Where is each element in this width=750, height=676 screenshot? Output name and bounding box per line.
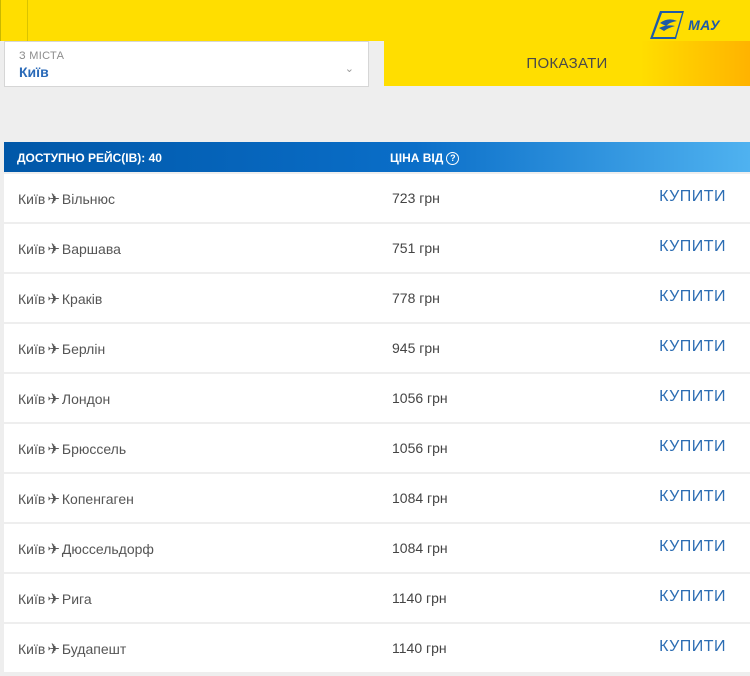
plane-icon: ✈ xyxy=(47,491,60,508)
route-to: Дюссельдорф xyxy=(61,541,154,557)
flight-row: Київ ✈ Копенгаген 1084 грн КУПИТИ xyxy=(4,474,750,522)
price: 945 грн xyxy=(392,340,440,356)
price-column-label: ЦІНА ВІД xyxy=(390,151,444,165)
flight-row: Київ ✈ Берлін 945 грн КУПИТИ xyxy=(4,324,750,372)
price: 1056 грн xyxy=(392,390,448,406)
route-to: Лондон xyxy=(61,391,111,407)
mau-logo[interactable]: МАУ xyxy=(650,10,720,40)
price: 723 грн xyxy=(392,190,440,206)
buy-button[interactable]: КУПИТИ xyxy=(659,638,726,656)
flights-count: ДОСТУПНО РЕЙС(ІВ): 40 xyxy=(17,151,162,165)
plane-icon: ✈ xyxy=(47,641,60,658)
flight-row: Київ ✈ Будапешт 1140 грн КУПИТИ xyxy=(4,624,750,672)
route-from: Київ xyxy=(18,591,46,607)
buy-button[interactable]: КУПИТИ xyxy=(659,538,726,556)
route: Київ ✈ Берлін xyxy=(18,340,105,358)
price: 778 грн xyxy=(392,290,440,306)
flight-row: Київ ✈ Брюссель 1056 грн КУПИТИ xyxy=(4,424,750,472)
route-to: Краків xyxy=(61,291,103,307)
plane-icon: ✈ xyxy=(47,391,60,408)
flight-row: Київ ✈ Краків 778 грн КУПИТИ xyxy=(4,274,750,322)
route-from: Київ xyxy=(18,541,46,557)
mau-tail-icon xyxy=(650,11,685,39)
route-from: Київ xyxy=(18,391,46,407)
flight-row: Київ ✈ Варшава 751 грн КУПИТИ xyxy=(4,224,750,272)
flight-row: Київ ✈ Дюссельдорф 1084 грн КУПИТИ xyxy=(4,524,750,572)
buy-button[interactable]: КУПИТИ xyxy=(659,238,726,256)
route-from: Київ xyxy=(18,641,46,657)
route-to: Варшава xyxy=(61,241,121,257)
route-from: Київ xyxy=(18,291,46,307)
flight-row: Київ ✈ Вільнюс 723 грн КУПИТИ xyxy=(4,174,750,222)
price: 1056 грн xyxy=(392,440,448,456)
top-bar-divider xyxy=(27,0,28,41)
route-to: Будапешт xyxy=(61,641,127,657)
chevron-down-icon: ⌄ xyxy=(344,63,354,75)
from-city-select[interactable]: З МІСТА Київ ⌄ xyxy=(4,41,369,87)
show-button[interactable]: ПОКАЗАТИ xyxy=(384,41,750,86)
plane-icon: ✈ xyxy=(47,241,60,258)
plane-icon: ✈ xyxy=(47,191,60,208)
buy-button[interactable]: КУПИТИ xyxy=(659,488,726,506)
route: Київ ✈ Краків xyxy=(18,290,102,308)
brand-name: МАУ xyxy=(688,17,720,33)
route-from: Київ xyxy=(18,191,46,207)
from-city-label: З МІСТА xyxy=(19,50,65,62)
route-from: Київ xyxy=(18,491,46,507)
plane-icon: ✈ xyxy=(47,291,60,308)
plane-icon: ✈ xyxy=(47,541,60,558)
route: Київ ✈ Рига xyxy=(18,590,92,608)
flight-row: Київ ✈ Лондон 1056 грн КУПИТИ xyxy=(4,374,750,422)
route: Київ ✈ Будапешт xyxy=(18,640,126,658)
buy-button[interactable]: КУПИТИ xyxy=(659,188,726,206)
buy-button[interactable]: КУПИТИ xyxy=(659,288,726,306)
flight-row: Київ ✈ Рига 1140 грн КУПИТИ xyxy=(4,574,750,622)
route: Київ ✈ Лондон xyxy=(18,390,110,408)
flights-list: Київ ✈ Вільнюс 723 грн КУПИТИ Київ ✈ Варшава 751… xyxy=(4,174,750,674)
flights-table-header: ДОСТУПНО РЕЙС(ІВ): 40 ЦІНА ВІД ? xyxy=(4,142,750,172)
plane-icon: ✈ xyxy=(47,441,60,458)
route-from: Київ xyxy=(18,241,46,257)
price: 1084 грн xyxy=(392,540,448,556)
route-from: Київ xyxy=(18,441,46,457)
route: Київ ✈ Варшава xyxy=(18,240,121,258)
buy-button[interactable]: КУПИТИ xyxy=(659,338,726,356)
route: Київ ✈ Брюссель xyxy=(18,440,126,458)
price: 1140 грн xyxy=(392,590,447,606)
plane-icon: ✈ xyxy=(47,591,60,608)
route: Київ ✈ Дюссельдорф xyxy=(18,540,154,558)
route-from: Київ xyxy=(18,341,46,357)
price: 751 грн xyxy=(392,240,440,256)
route-to: Копенгаген xyxy=(61,491,134,507)
price: 1084 грн xyxy=(392,490,448,506)
plane-icon: ✈ xyxy=(47,341,60,358)
route-to: Рига xyxy=(61,591,92,607)
buy-button[interactable]: КУПИТИ xyxy=(659,388,726,406)
route-to: Берлін xyxy=(61,341,106,357)
from-city-value: Київ xyxy=(19,64,49,80)
route: Київ ✈ Вільнюс xyxy=(18,190,115,208)
route: Київ ✈ Копенгаген xyxy=(18,490,134,508)
price-column-header: ЦІНА ВІД ? xyxy=(390,151,460,165)
help-icon[interactable]: ? xyxy=(446,151,460,165)
route-to: Брюссель xyxy=(61,441,127,457)
top-bar: МАУ xyxy=(0,0,750,41)
route-to: Вільнюс xyxy=(61,191,116,207)
buy-button[interactable]: КУПИТИ xyxy=(659,438,726,456)
buy-button[interactable]: КУПИТИ xyxy=(659,588,726,606)
price: 1140 грн xyxy=(392,640,447,656)
